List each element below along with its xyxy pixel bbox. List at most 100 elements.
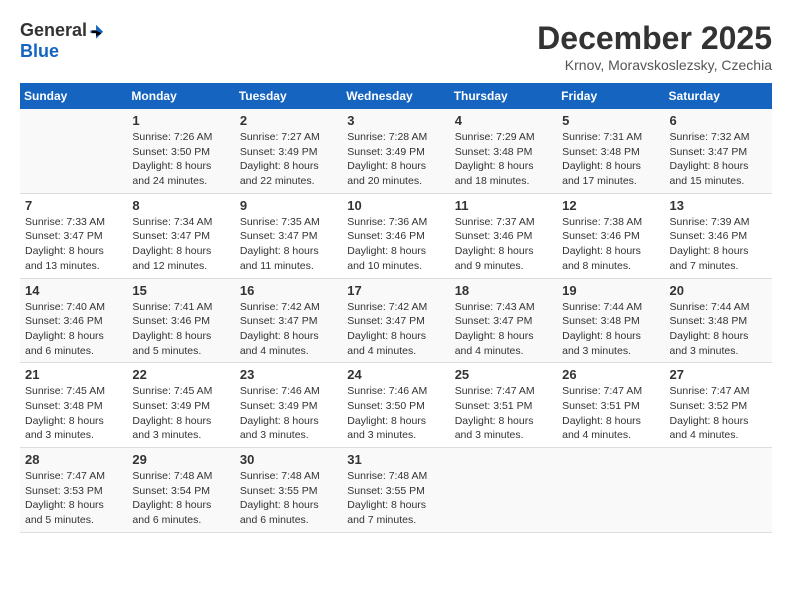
title-block: December 2025 Krnov, Moravskoslezsky, Cz… — [537, 20, 772, 73]
day-info: Sunrise: 7:38 AM Sunset: 3:46 PM Dayligh… — [562, 215, 659, 274]
day-number: 7 — [25, 198, 122, 213]
weekday-header: Thursday — [450, 83, 557, 109]
calendar-cell: 16 Sunrise: 7:42 AM Sunset: 3:47 PM Dayli… — [235, 278, 342, 363]
day-number: 15 — [132, 283, 229, 298]
calendar-cell: 6 Sunrise: 7:32 AM Sunset: 3:47 PM Daylig… — [665, 109, 772, 193]
calendar-cell: 5 Sunrise: 7:31 AM Sunset: 3:48 PM Daylig… — [557, 109, 664, 193]
day-number: 26 — [562, 367, 659, 382]
calendar-cell: 29 Sunrise: 7:48 AM Sunset: 3:54 PM Dayli… — [127, 448, 234, 533]
calendar-cell: 2 Sunrise: 7:27 AM Sunset: 3:49 PM Daylig… — [235, 109, 342, 193]
day-info: Sunrise: 7:44 AM Sunset: 3:48 PM Dayligh… — [670, 300, 767, 359]
day-info: Sunrise: 7:36 AM Sunset: 3:46 PM Dayligh… — [347, 215, 444, 274]
day-number: 24 — [347, 367, 444, 382]
day-info: Sunrise: 7:46 AM Sunset: 3:50 PM Dayligh… — [347, 384, 444, 443]
day-number: 17 — [347, 283, 444, 298]
day-number: 3 — [347, 113, 444, 128]
day-number: 14 — [25, 283, 122, 298]
day-number: 29 — [132, 452, 229, 467]
day-info: Sunrise: 7:47 AM Sunset: 3:53 PM Dayligh… — [25, 469, 122, 528]
logo-blue: Blue — [20, 41, 59, 62]
weekday-header: Monday — [127, 83, 234, 109]
day-info: Sunrise: 7:46 AM Sunset: 3:49 PM Dayligh… — [240, 384, 337, 443]
day-number: 13 — [670, 198, 767, 213]
day-info: Sunrise: 7:35 AM Sunset: 3:47 PM Dayligh… — [240, 215, 337, 274]
day-info: Sunrise: 7:45 AM Sunset: 3:49 PM Dayligh… — [132, 384, 229, 443]
weekday-header: Saturday — [665, 83, 772, 109]
day-number: 6 — [670, 113, 767, 128]
calendar-week-row: 28 Sunrise: 7:47 AM Sunset: 3:53 PM Dayli… — [20, 448, 772, 533]
weekday-header: Sunday — [20, 83, 127, 109]
day-info: Sunrise: 7:48 AM Sunset: 3:55 PM Dayligh… — [240, 469, 337, 528]
calendar-cell: 23 Sunrise: 7:46 AM Sunset: 3:49 PM Dayli… — [235, 363, 342, 448]
day-info: Sunrise: 7:39 AM Sunset: 3:46 PM Dayligh… — [670, 215, 767, 274]
calendar-cell: 19 Sunrise: 7:44 AM Sunset: 3:48 PM Dayli… — [557, 278, 664, 363]
day-number: 12 — [562, 198, 659, 213]
day-number: 4 — [455, 113, 552, 128]
calendar-cell: 26 Sunrise: 7:47 AM Sunset: 3:51 PM Dayli… — [557, 363, 664, 448]
logo-text: General► — [20, 20, 103, 41]
day-info: Sunrise: 7:37 AM Sunset: 3:46 PM Dayligh… — [455, 215, 552, 274]
calendar-cell — [20, 109, 127, 193]
month-title: December 2025 — [537, 20, 772, 57]
calendar-cell: 31Sunrise: 7:48 AM Sunset: 3:55 PM Dayli… — [342, 448, 449, 533]
calendar-cell: 12 Sunrise: 7:38 AM Sunset: 3:46 PM Dayli… — [557, 193, 664, 278]
calendar-week-row: 7 Sunrise: 7:33 AM Sunset: 3:47 PM Daylig… — [20, 193, 772, 278]
day-info: Sunrise: 7:28 AM Sunset: 3:49 PM Dayligh… — [347, 130, 444, 189]
day-number: 23 — [240, 367, 337, 382]
logo-general: General — [20, 20, 87, 40]
location: Krnov, Moravskoslezsky, Czechia — [537, 57, 772, 73]
calendar-cell: 1 Sunrise: 7:26 AM Sunset: 3:50 PM Daylig… — [127, 109, 234, 193]
calendar-cell — [450, 448, 557, 533]
day-number: 28 — [25, 452, 122, 467]
day-number: 5 — [562, 113, 659, 128]
day-number: 16 — [240, 283, 337, 298]
calendar-cell: 25Sunrise: 7:47 AM Sunset: 3:51 PM Dayli… — [450, 363, 557, 448]
day-number: 9 — [240, 198, 337, 213]
calendar-cell: 14Sunrise: 7:40 AM Sunset: 3:46 PM Dayli… — [20, 278, 127, 363]
day-info: Sunrise: 7:48 AM Sunset: 3:54 PM Dayligh… — [132, 469, 229, 528]
day-info: Sunrise: 7:26 AM Sunset: 3:50 PM Dayligh… — [132, 130, 229, 189]
day-info: Sunrise: 7:47 AM Sunset: 3:51 PM Dayligh… — [455, 384, 552, 443]
calendar-cell: 3 Sunrise: 7:28 AM Sunset: 3:49 PM Daylig… — [342, 109, 449, 193]
day-info: Sunrise: 7:42 AM Sunset: 3:47 PM Dayligh… — [240, 300, 337, 359]
calendar-cell: 28 Sunrise: 7:47 AM Sunset: 3:53 PM Dayli… — [20, 448, 127, 533]
day-number: 10 — [347, 198, 444, 213]
day-number: 27 — [670, 367, 767, 382]
day-number: 1 — [132, 113, 229, 128]
day-number: 22 — [132, 367, 229, 382]
calendar-week-row: 21Sunrise: 7:45 AM Sunset: 3:48 PM Dayli… — [20, 363, 772, 448]
day-number: 8 — [132, 198, 229, 213]
day-info: Sunrise: 7:32 AM Sunset: 3:47 PM Dayligh… — [670, 130, 767, 189]
day-info: Sunrise: 7:47 AM Sunset: 3:51 PM Dayligh… — [562, 384, 659, 443]
calendar-cell: 4Sunrise: 7:29 AM Sunset: 3:48 PM Daylig… — [450, 109, 557, 193]
day-number: 20 — [670, 283, 767, 298]
calendar-table: SundayMondayTuesdayWednesdayThursdayFrid… — [20, 83, 772, 533]
calendar-cell: 27 Sunrise: 7:47 AM Sunset: 3:52 PM Dayli… — [665, 363, 772, 448]
calendar-cell: 18Sunrise: 7:43 AM Sunset: 3:47 PM Dayli… — [450, 278, 557, 363]
weekday-header-row: SundayMondayTuesdayWednesdayThursdayFrid… — [20, 83, 772, 109]
weekday-header: Tuesday — [235, 83, 342, 109]
day-info: Sunrise: 7:42 AM Sunset: 3:47 PM Dayligh… — [347, 300, 444, 359]
day-number: 19 — [562, 283, 659, 298]
calendar-cell: 7 Sunrise: 7:33 AM Sunset: 3:47 PM Daylig… — [20, 193, 127, 278]
logo: General► Blue — [20, 20, 103, 62]
day-number: 31 — [347, 452, 444, 467]
day-number: 11 — [455, 198, 552, 213]
calendar-cell: 20 Sunrise: 7:44 AM Sunset: 3:48 PM Dayli… — [665, 278, 772, 363]
day-info: Sunrise: 7:33 AM Sunset: 3:47 PM Dayligh… — [25, 215, 122, 274]
calendar-cell: 10 Sunrise: 7:36 AM Sunset: 3:46 PM Dayli… — [342, 193, 449, 278]
day-info: Sunrise: 7:41 AM Sunset: 3:46 PM Dayligh… — [132, 300, 229, 359]
calendar-cell: 21Sunrise: 7:45 AM Sunset: 3:48 PM Dayli… — [20, 363, 127, 448]
day-info: Sunrise: 7:47 AM Sunset: 3:52 PM Dayligh… — [670, 384, 767, 443]
logo-icon: ► — [89, 25, 103, 39]
calendar-cell: 11 Sunrise: 7:37 AM Sunset: 3:46 PM Dayli… — [450, 193, 557, 278]
calendar-cell: 22 Sunrise: 7:45 AM Sunset: 3:49 PM Dayli… — [127, 363, 234, 448]
day-number: 2 — [240, 113, 337, 128]
calendar-cell: 17 Sunrise: 7:42 AM Sunset: 3:47 PM Dayli… — [342, 278, 449, 363]
calendar-cell — [557, 448, 664, 533]
calendar-cell: 30Sunrise: 7:48 AM Sunset: 3:55 PM Dayli… — [235, 448, 342, 533]
day-number: 21 — [25, 367, 122, 382]
day-info: Sunrise: 7:27 AM Sunset: 3:49 PM Dayligh… — [240, 130, 337, 189]
day-info: Sunrise: 7:31 AM Sunset: 3:48 PM Dayligh… — [562, 130, 659, 189]
day-info: Sunrise: 7:44 AM Sunset: 3:48 PM Dayligh… — [562, 300, 659, 359]
